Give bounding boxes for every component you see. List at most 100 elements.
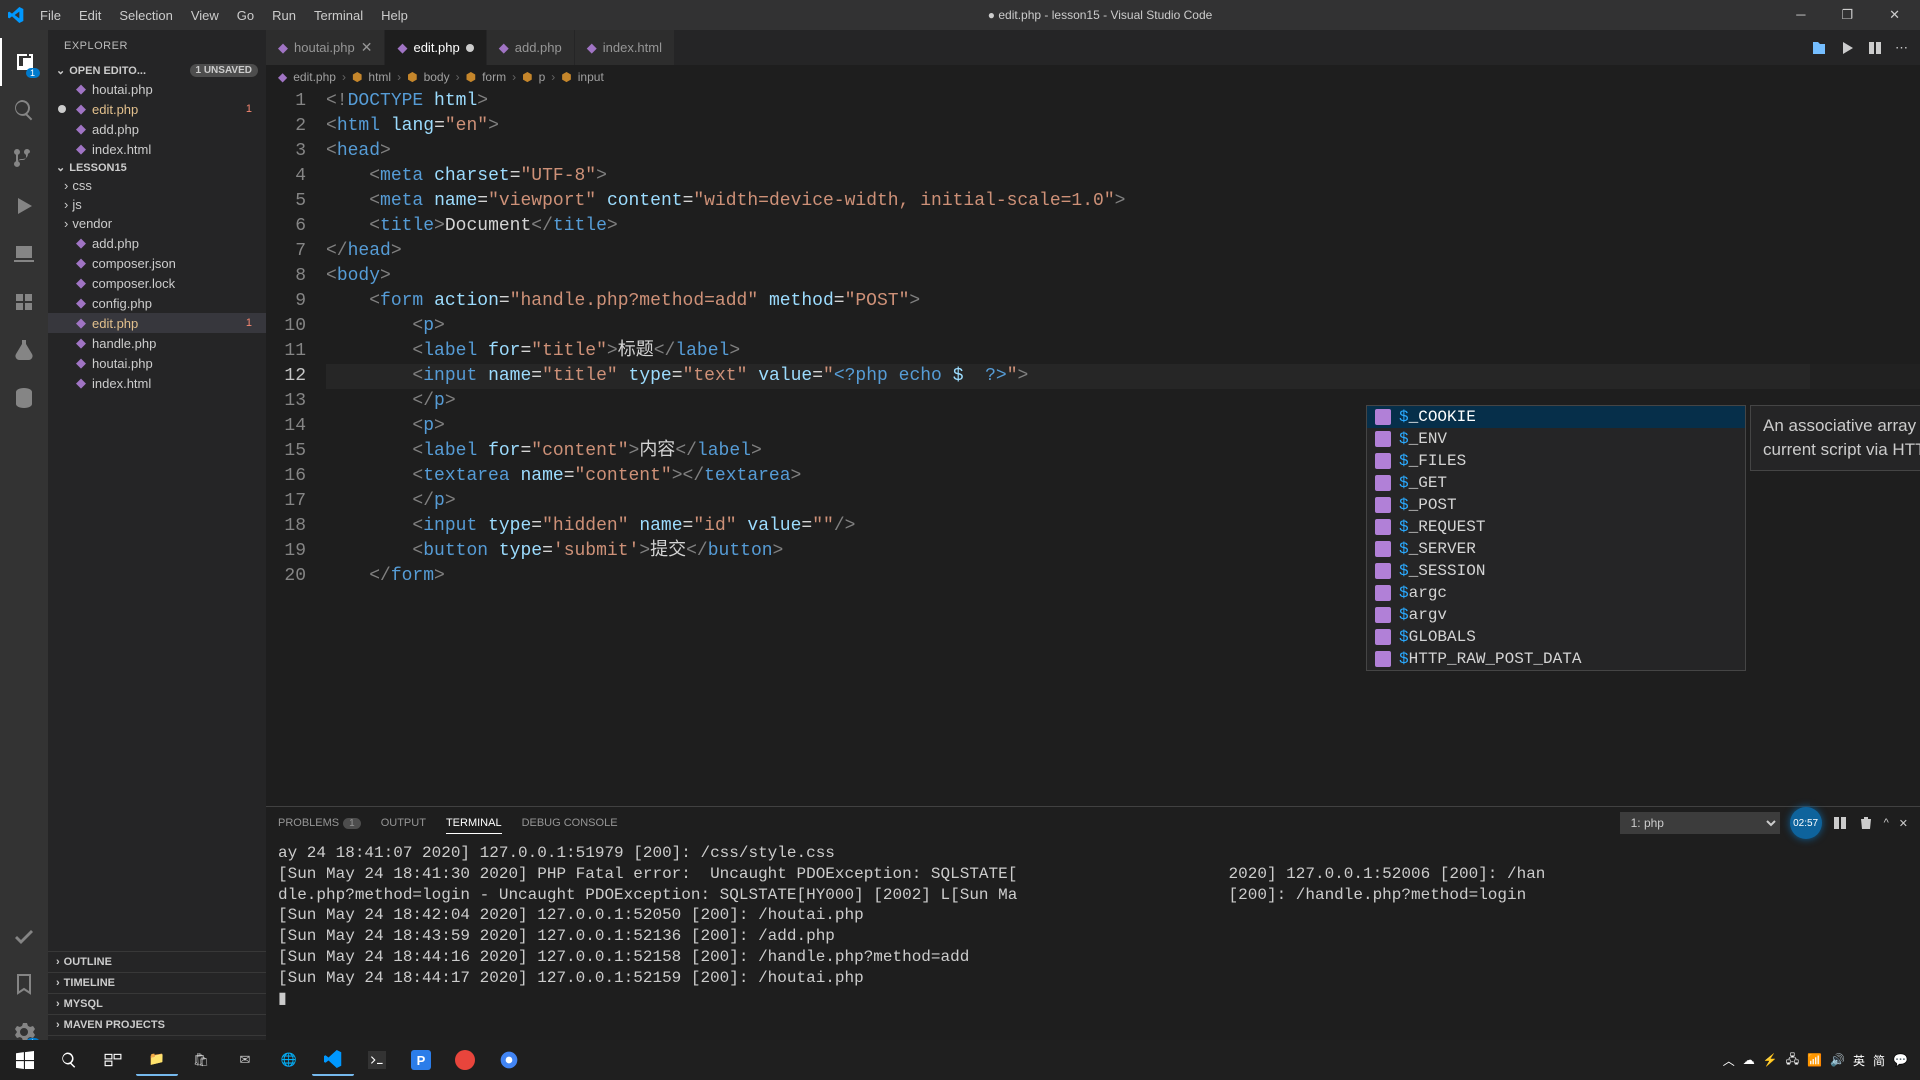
terminal-taskbar[interactable] (356, 1044, 398, 1076)
file-item[interactable]: ◆composer.lock (48, 273, 266, 293)
vscode-taskbar[interactable] (312, 1044, 354, 1076)
suggest-item[interactable]: $argc (1367, 582, 1745, 604)
suggest-widget[interactable]: $_COOKIE$_ENV$_FILES$_GET$_POST$_REQUEST… (1366, 405, 1746, 671)
file-item[interactable]: ◆add.php (48, 233, 266, 253)
breadcrumb-file[interactable]: edit.php (293, 70, 336, 84)
breadcrumbs[interactable]: ◆ edit.php ›⬢ html ›⬢ body ›⬢ form ›⬢ p … (266, 65, 1920, 89)
panel-tab[interactable]: DEBUG CONSOLE (522, 813, 618, 833)
editor-tab[interactable]: ◆index.html (575, 30, 675, 65)
trash-icon[interactable] (1858, 815, 1874, 831)
tray-power-icon[interactable]: ⚡ (1763, 1053, 1778, 1067)
chrome2-taskbar[interactable] (488, 1044, 530, 1076)
open-editor-item[interactable]: ◆edit.php1 (48, 99, 266, 119)
testing-icon[interactable] (0, 326, 48, 374)
maximize-button[interactable]: ❐ (1829, 3, 1865, 27)
more-icon[interactable]: ⋯ (1895, 40, 1908, 56)
open-editor-item[interactable]: ◆houtai.php (48, 79, 266, 99)
folder-item[interactable]: ›css (48, 176, 266, 195)
open-editor-item[interactable]: ◆add.php (48, 119, 266, 139)
run-icon[interactable] (1839, 40, 1855, 56)
start-button[interactable] (4, 1044, 46, 1076)
app-red-taskbar[interactable] (444, 1044, 486, 1076)
suggest-item[interactable]: $_SERVER (1367, 538, 1745, 560)
breadcrumb-html[interactable]: html (368, 70, 391, 84)
tray-network-icon[interactable]: 🖧 (1786, 1050, 1799, 1071)
explorer-icon[interactable]: 1 (0, 38, 48, 86)
tray-volume-icon[interactable]: 🔊 (1830, 1053, 1845, 1067)
suggest-item[interactable]: $_GET (1367, 472, 1745, 494)
sidebar-section[interactable]: ›MYSQL (48, 993, 266, 1014)
suggest-item[interactable]: $_REQUEST (1367, 516, 1745, 538)
terminal-output[interactable]: ay 24 18:41:07 2020] 127.0.0.1:51979 [20… (266, 839, 1920, 1056)
store-taskbar[interactable]: 🛍 (180, 1044, 222, 1076)
panel-tab[interactable]: TERMINAL (446, 813, 502, 834)
file-explorer-taskbar[interactable]: 📁 (136, 1044, 178, 1076)
open-changes-icon[interactable] (1811, 40, 1827, 56)
suggest-item[interactable]: $HTTP_RAW_POST_DATA (1367, 648, 1745, 670)
app-p-taskbar[interactable]: P (400, 1044, 442, 1076)
close-panel-icon[interactable]: ✕ (1899, 817, 1908, 830)
suggest-item[interactable]: $_POST (1367, 494, 1745, 516)
extensions-icon[interactable] (0, 278, 48, 326)
file-item[interactable]: ◆composer.json (48, 253, 266, 273)
folder-item[interactable]: ›vendor (48, 214, 266, 233)
panel-tab[interactable]: PROBLEMS1 (278, 813, 361, 833)
menu-file[interactable]: File (32, 4, 69, 27)
terminal-select[interactable]: 1: php (1620, 812, 1780, 834)
menu-view[interactable]: View (183, 4, 227, 27)
minimize-button[interactable]: ─ (1784, 3, 1817, 27)
suggest-item[interactable]: $_COOKIE (1367, 406, 1745, 428)
split-editor-icon[interactable] (1867, 40, 1883, 56)
chrome-taskbar[interactable]: 🌐 (268, 1044, 310, 1076)
breadcrumb-body[interactable]: body (424, 70, 450, 84)
sidebar-section[interactable]: ›OUTLINE (48, 951, 266, 972)
mail-taskbar[interactable]: ✉ (224, 1044, 266, 1076)
menu-terminal[interactable]: Terminal (306, 4, 371, 27)
suggest-item[interactable]: $GLOBALS (1367, 626, 1745, 648)
editor-tab[interactable]: ◆houtai.php✕ (266, 30, 385, 65)
file-item[interactable]: ◆config.php (48, 293, 266, 313)
project-header[interactable]: ⌄ LESSON15 (48, 159, 266, 176)
tray-cloud-icon[interactable]: ☁ (1743, 1053, 1755, 1067)
tray-wifi-icon[interactable]: 📶 (1807, 1053, 1822, 1067)
tray-ime2[interactable]: 简 (1873, 1052, 1885, 1069)
sidebar-section[interactable]: ›TIMELINE (48, 972, 266, 993)
open-editor-item[interactable]: ◆index.html (48, 139, 266, 159)
editor-tab[interactable]: ◆add.php (487, 30, 575, 65)
file-item[interactable]: ◆edit.php1 (48, 313, 266, 333)
tray-ime1[interactable]: 英 (1853, 1052, 1865, 1069)
menu-edit[interactable]: Edit (71, 4, 109, 27)
tray-notifications-icon[interactable]: 💬 (1893, 1053, 1908, 1067)
menu-help[interactable]: Help (373, 4, 416, 27)
task-view-icon[interactable] (92, 1044, 134, 1076)
check-icon[interactable] (0, 912, 48, 960)
breadcrumb-form[interactable]: form (482, 70, 506, 84)
remote-icon[interactable] (0, 230, 48, 278)
menu-run[interactable]: Run (264, 4, 304, 27)
close-button[interactable]: ✕ (1877, 3, 1912, 27)
database-icon[interactable] (0, 374, 48, 422)
breadcrumb-input[interactable]: input (578, 70, 604, 84)
suggest-item[interactable]: $_ENV (1367, 428, 1745, 450)
open-editors-header[interactable]: ⌄ OPEN EDITO... 1 UNSAVED (48, 62, 266, 79)
file-item[interactable]: ◆handle.php (48, 333, 266, 353)
suggest-item[interactable]: $_SESSION (1367, 560, 1745, 582)
editor-tab[interactable]: ◆edit.php (385, 30, 486, 65)
file-item[interactable]: ◆houtai.php (48, 353, 266, 373)
maximize-panel-icon[interactable]: ^ (1884, 817, 1889, 829)
panel-tab[interactable]: OUTPUT (381, 813, 426, 833)
folder-item[interactable]: ›js (48, 195, 266, 214)
bookmark-icon[interactable] (0, 960, 48, 1008)
menu-go[interactable]: Go (229, 4, 262, 27)
run-debug-icon[interactable] (0, 182, 48, 230)
file-item[interactable]: ◆index.html (48, 373, 266, 393)
suggest-item[interactable]: $argv (1367, 604, 1745, 626)
breadcrumb-p[interactable]: p (539, 70, 546, 84)
menu-selection[interactable]: Selection (111, 4, 180, 27)
source-control-icon[interactable] (0, 134, 48, 182)
search-taskbar-icon[interactable] (48, 1044, 90, 1076)
sidebar-section[interactable]: ›MAVEN PROJECTS (48, 1014, 266, 1035)
tray-chevron-icon[interactable]: ︿ (1723, 1052, 1735, 1069)
suggest-item[interactable]: $_FILES (1367, 450, 1745, 472)
split-terminal-icon[interactable] (1832, 815, 1848, 831)
